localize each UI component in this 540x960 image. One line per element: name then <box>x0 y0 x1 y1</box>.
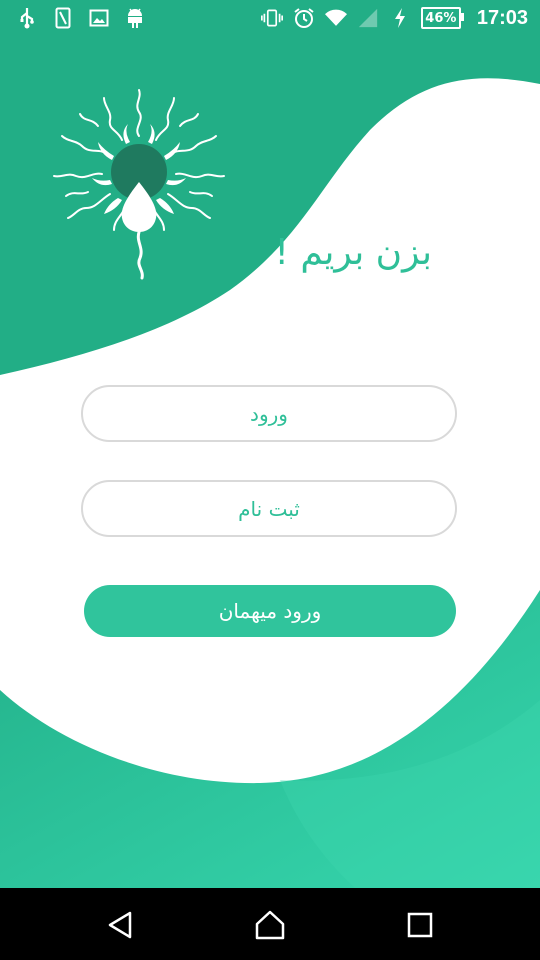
recents-icon[interactable] <box>400 908 440 942</box>
battery-indicator: 46% <box>420 7 464 29</box>
vibrate-icon <box>260 6 283 30</box>
login-button[interactable]: ورود <box>81 385 457 442</box>
android-icon <box>124 6 146 30</box>
usb-icon <box>16 6 38 30</box>
status-bar: 46% 17:03 <box>0 0 540 40</box>
back-icon[interactable] <box>100 908 140 942</box>
register-button[interactable]: ثبت نام <box>81 480 457 537</box>
home-icon[interactable] <box>250 908 290 942</box>
status-time: 17:03 <box>476 6 528 29</box>
page-title: بزن بریم ! <box>274 232 433 273</box>
image-icon <box>88 6 110 30</box>
guest-login-button[interactable]: ورود میهمان <box>84 585 456 637</box>
alarm-icon <box>293 6 315 30</box>
wifi-icon <box>324 6 347 30</box>
navigation-bar <box>0 888 540 960</box>
charging-icon <box>389 6 411 30</box>
signal-icon <box>357 6 379 30</box>
sun-logo-icon <box>53 89 225 280</box>
sim-icon <box>52 6 74 30</box>
app-screen: 46% 17:03 بزن بریم ! ورود ثبت نام ورود م… <box>0 0 540 888</box>
